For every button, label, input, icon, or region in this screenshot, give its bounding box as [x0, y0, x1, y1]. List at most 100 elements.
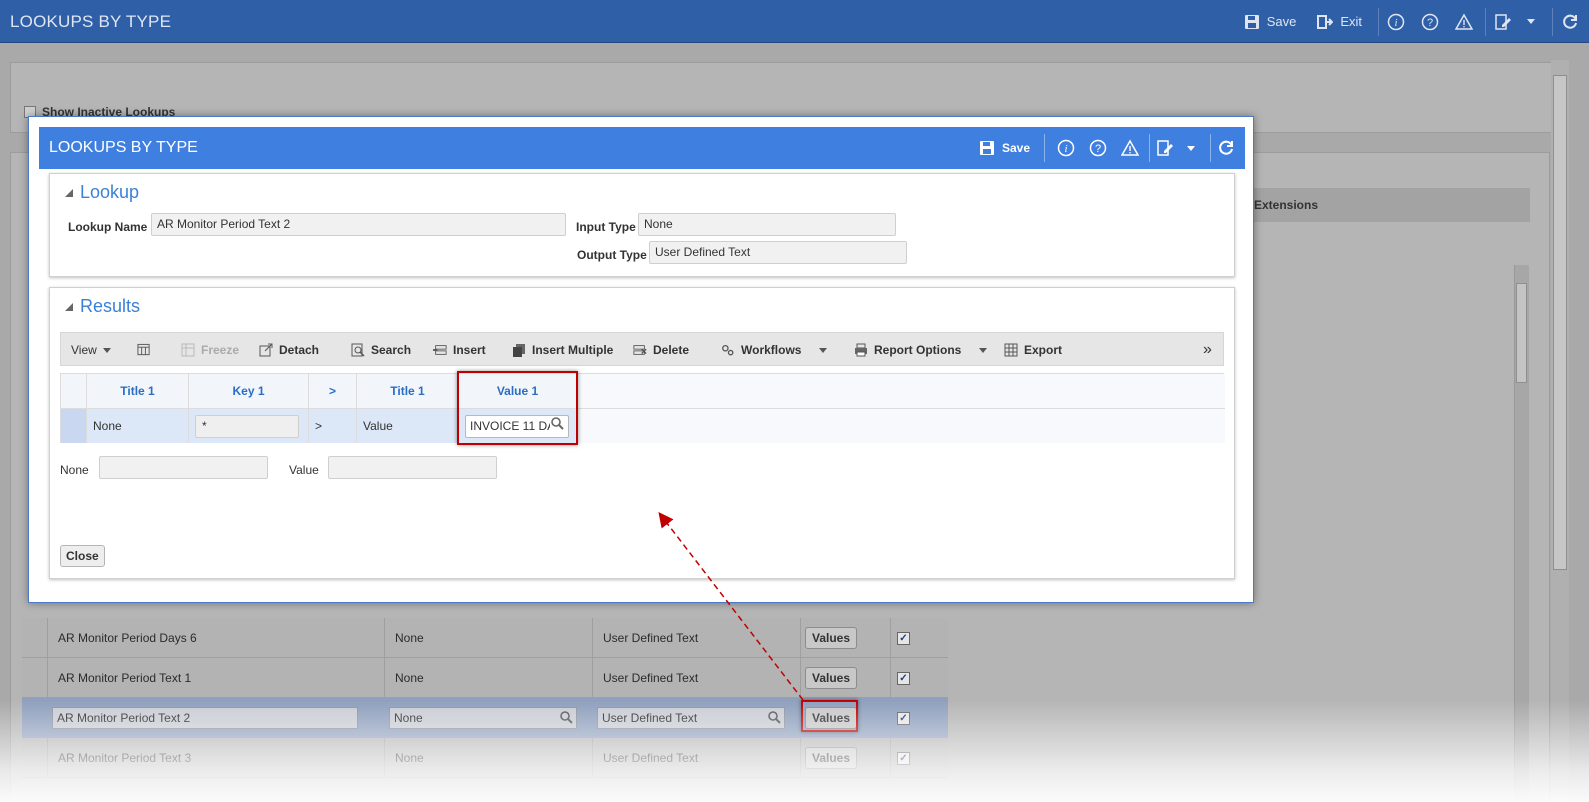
help-icon[interactable]: ?	[1421, 13, 1439, 31]
title2-cell: Value	[357, 409, 459, 443]
lookup-name-label: Lookup Name	[68, 220, 148, 234]
column-chooser-button[interactable]	[137, 333, 151, 367]
svg-text:i: i	[1394, 17, 1397, 29]
results-grid: Title 1 Key 1 > Title 1 Value 1 None * >…	[60, 373, 1225, 443]
modal-title: LOOKUPS BY TYPE	[49, 139, 198, 156]
lookup-name-input[interactable]: AR Monitor Period Text 2	[52, 707, 358, 729]
lookup-name-cell: AR Monitor Period Text 1	[47, 658, 384, 698]
lookup-name-cell: AR Monitor Period Text 3	[47, 738, 384, 778]
lookup-name-field[interactable]: AR Monitor Period Text 2	[151, 213, 566, 236]
info-icon[interactable]: i	[1057, 139, 1075, 157]
grid-scrollbar-thumb[interactable]	[1516, 283, 1527, 383]
tab-extensions[interactable]: Extensions	[1254, 188, 1530, 222]
results-section-header[interactable]: Results	[64, 296, 140, 317]
column-header-key1[interactable]: Key 1	[189, 374, 309, 409]
collapse-icon[interactable]	[64, 182, 74, 203]
chevron-down-icon	[102, 347, 111, 353]
column-header-title1[interactable]: Title 1	[87, 374, 189, 409]
lookup-values-modal: LOOKUPS BY TYPE Save i ? Lookup Lookup N…	[28, 116, 1254, 603]
value1-highlight-box	[457, 371, 578, 445]
more-toolbar-icon[interactable]: »	[1203, 333, 1212, 367]
edit-icon[interactable]	[1156, 139, 1174, 157]
page-scrollbar-thumb[interactable]	[1553, 75, 1567, 570]
collapse-icon[interactable]	[64, 296, 74, 317]
row-selector[interactable]	[61, 409, 87, 443]
app-exit-button[interactable]: Exit	[1308, 13, 1370, 31]
export-button[interactable]: Export	[1004, 333, 1062, 367]
filter-title1-label: None	[60, 463, 89, 477]
chevron-down-icon[interactable]	[1182, 139, 1200, 157]
filter-value-input[interactable]	[328, 456, 497, 479]
insert-button[interactable]: Insert	[433, 333, 486, 367]
search-icon[interactable]	[560, 711, 573, 727]
view-menu[interactable]: View	[71, 333, 111, 367]
freeze-button[interactable]: Freeze	[181, 333, 239, 367]
workflows-menu[interactable]: Workflows	[721, 333, 828, 367]
report-options-menu[interactable]: Report Options	[854, 333, 988, 367]
grid-header: Title 1 Key 1 > Title 1 Value 1	[61, 374, 1225, 409]
input-type-field[interactable]: None	[638, 213, 896, 236]
toolbar-divider	[1378, 7, 1379, 36]
insert-multiple-button[interactable]: Insert Multiple	[512, 333, 613, 367]
filter-title1-input[interactable]	[99, 456, 268, 479]
input-type-cell: None	[384, 618, 592, 658]
refresh-icon[interactable]	[1217, 139, 1235, 157]
lookup-section-header[interactable]: Lookup	[64, 182, 139, 203]
input-type-input[interactable]: None	[389, 707, 577, 729]
output-type-cell: User Defined Text	[592, 658, 800, 698]
active-checkbox[interactable]: ✓	[897, 672, 910, 685]
svg-text:?: ?	[1427, 17, 1433, 29]
values-button[interactable]: Values	[805, 667, 858, 689]
app-toolbar: Save Exit i ?	[1235, 0, 1579, 43]
key1-input[interactable]: *	[195, 414, 299, 438]
values-button[interactable]: Values	[805, 747, 858, 769]
search-icon	[351, 343, 365, 357]
svg-text:?: ?	[1095, 143, 1101, 155]
column-header-arrow[interactable]: >	[309, 374, 357, 409]
delete-row-icon	[633, 343, 647, 357]
app-save-label: Save	[1266, 14, 1297, 29]
lookup-name-cell: AR Monitor Period Days 6	[47, 618, 384, 658]
row-selector-header	[61, 374, 87, 409]
active-checkbox[interactable]: ✓	[897, 712, 910, 725]
column-header-title2[interactable]: Title 1	[357, 374, 459, 409]
input-type-label: Input Type	[576, 220, 636, 234]
export-icon	[1004, 343, 1018, 357]
refresh-icon[interactable]	[1561, 13, 1579, 31]
table-row[interactable]: AR Monitor Period Days 6 None User Defin…	[22, 618, 948, 658]
search-button[interactable]: Search	[351, 333, 411, 367]
gear-icon	[721, 343, 735, 357]
close-button[interactable]: Close	[60, 545, 105, 567]
toolbar-divider	[1552, 7, 1553, 36]
output-type-cell: User Defined Text	[592, 618, 800, 658]
toolbar-divider	[1149, 134, 1150, 162]
input-type-cell: None	[384, 738, 592, 778]
output-type-label: Output Type	[577, 248, 647, 262]
modal-save-label: Save	[1001, 141, 1030, 155]
delete-button[interactable]: Delete	[633, 333, 689, 367]
modal-save-button[interactable]: Save	[970, 139, 1038, 157]
table-row[interactable]: AR Monitor Period Text 1 None User Defin…	[22, 658, 948, 698]
warning-icon[interactable]	[1121, 139, 1139, 157]
output-type-field[interactable]: User Defined Text	[649, 241, 907, 264]
active-checkbox[interactable]: ✓	[897, 632, 910, 645]
edit-icon[interactable]	[1494, 13, 1512, 31]
warning-icon[interactable]	[1455, 12, 1473, 31]
search-icon[interactable]	[768, 711, 781, 727]
title1-cell: None	[87, 409, 189, 443]
table-row[interactable]: AR Monitor Period Text 3 None User Defin…	[22, 738, 948, 778]
table-row[interactable]: None * > Value INVOICE 11 DA	[61, 409, 1225, 443]
chevron-down-icon[interactable]	[1522, 13, 1540, 31]
info-icon[interactable]: i	[1387, 13, 1405, 31]
results-toolbar: View Freeze Detach Search Insert Insert …	[60, 332, 1224, 366]
values-button[interactable]: Values	[805, 627, 858, 649]
app-save-button[interactable]: Save	[1235, 13, 1305, 31]
output-type-input[interactable]: User Defined Text	[597, 707, 785, 729]
detach-button[interactable]: Detach	[259, 333, 319, 367]
help-icon[interactable]: ?	[1089, 139, 1107, 157]
active-checkbox[interactable]: ✓	[897, 752, 910, 765]
insert-multiple-icon	[512, 343, 526, 357]
app-exit-label: Exit	[1340, 14, 1362, 29]
columns-icon	[137, 343, 151, 357]
arrow-cell: >	[309, 409, 357, 443]
